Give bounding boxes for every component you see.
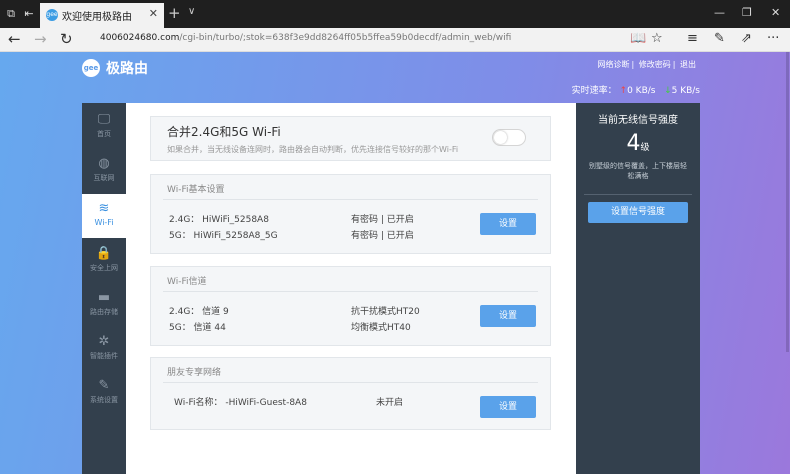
address-bar-row: ← → ↻ 4006024680.com/cgi-bin/turbo/;stok… bbox=[0, 28, 790, 52]
tab-preview-chevron-icon[interactable]: ∨ bbox=[188, 6, 195, 17]
speed-label: 实时速率： bbox=[571, 86, 617, 96]
mode-5g: 均衡模式HT40 bbox=[351, 323, 411, 333]
plugin-icon: ✲ bbox=[98, 334, 110, 349]
minimize-button[interactable]: — bbox=[714, 6, 725, 19]
url-path: /cgi-bin/turbo/;stok=638f3e9dd8264ff05b5… bbox=[179, 33, 512, 43]
back-button[interactable]: ← bbox=[8, 31, 21, 47]
monitor-icon: 🖵 bbox=[97, 112, 111, 127]
signal-title: 当前无线信号强度 bbox=[598, 115, 678, 126]
realtime-speed: 实时速率： ↑0 KB/s ↓5 KB/s bbox=[572, 83, 700, 96]
scrollbar-thumb[interactable] bbox=[786, 52, 789, 352]
sidebar-item-label: 系统设置 bbox=[90, 396, 118, 404]
folder-icon: ▬ bbox=[97, 290, 111, 305]
logo[interactable]: gee 极路由 bbox=[82, 58, 148, 78]
divider bbox=[163, 291, 538, 292]
wifi-channel-card: Wi-Fi信道 2.4G： 信道 9 抗干扰模式HT20 5G： 信道 44 均… bbox=[150, 266, 551, 346]
status-5g: 有密码 | 已开启 bbox=[351, 231, 414, 241]
signal-level: 4级 bbox=[576, 131, 700, 156]
set-signal-strength-button[interactable]: 设置信号强度 bbox=[588, 202, 688, 223]
sidebar-item-label: 路由存储 bbox=[90, 308, 118, 316]
channel-5g: 5G： 信道 44 bbox=[169, 323, 226, 333]
network-diagnosis-link[interactable]: 网络诊断 bbox=[598, 60, 630, 69]
tab-title: 欢迎使用极路由 bbox=[62, 12, 132, 23]
lock-icon: 🔒 bbox=[95, 246, 113, 261]
card-title: 朋友专享网络 bbox=[167, 368, 222, 378]
favorite-star-icon[interactable]: ☆ bbox=[651, 32, 663, 46]
guest-status: 未开启 bbox=[376, 398, 404, 408]
upload-arrow-icon: ↑ bbox=[619, 86, 628, 96]
channel-settings-button[interactable]: 设置 bbox=[480, 305, 536, 327]
sidebar-item-plugins[interactable]: ✲ 智能插件 bbox=[82, 327, 126, 371]
download-arrow-icon: ↓ bbox=[664, 86, 672, 96]
sidebar-item-storage[interactable]: ▬ 路由存储 bbox=[82, 283, 126, 327]
browser-tab-bar: ⧉ ⇤ gee 欢迎使用极路由 ✕ + ∨ — ❐ ✕ bbox=[0, 0, 790, 28]
main-content: 合并2.4G和5G Wi-Fi 如果合并，当无线设备连网时，路由器会自动判断，优… bbox=[126, 103, 576, 474]
more-icon[interactable]: ··· bbox=[767, 32, 779, 46]
set-tabs-aside-icon[interactable]: ⇤ bbox=[22, 7, 36, 21]
sidebar-item-system[interactable]: ✎ 系统设置 bbox=[82, 371, 126, 415]
signal-level-number: 4 bbox=[626, 131, 641, 156]
sidebar-item-home[interactable]: 🖵 首页 bbox=[82, 105, 126, 149]
merge-band-section: 合并2.4G和5G Wi-Fi 如果合并，当无线设备连网时，路由器会自动判断，优… bbox=[150, 116, 551, 161]
merge-description: 如果合并，当无线设备连网时，路由器会自动判断，优先连接信号较好的那个Wi-Fi bbox=[167, 145, 459, 154]
tab-favicon-icon: gee bbox=[46, 9, 58, 21]
logo-text: 极路由 bbox=[106, 61, 148, 77]
signal-level-unit: 级 bbox=[640, 143, 650, 153]
signal-panel: 当前无线信号强度 4级 别墅级的信号覆盖，上下楼层轻松满格 设置信号强度 bbox=[576, 103, 700, 474]
toggle-knob bbox=[494, 131, 507, 144]
merge-band-toggle[interactable] bbox=[492, 129, 526, 146]
hub-icon[interactable]: ≡ bbox=[687, 32, 698, 46]
sidebar-item-internet[interactable]: ◍ 互联网 bbox=[82, 149, 126, 193]
restore-button[interactable]: ❐ bbox=[742, 6, 752, 19]
guest-network-card: 朋友专享网络 Wi-Fi名称： -HiWiFi-Guest-8A8 未开启 设置 bbox=[150, 357, 551, 430]
logout-link[interactable]: 退出 bbox=[680, 60, 696, 69]
status-24g: 有密码 | 已开启 bbox=[351, 215, 414, 225]
forward-button[interactable]: → bbox=[34, 31, 47, 47]
new-tab-button[interactable]: + bbox=[168, 5, 181, 21]
sidebar-item-label: Wi-Fi bbox=[94, 218, 114, 227]
sidebar-item-security[interactable]: 🔒 安全上网 bbox=[82, 239, 126, 283]
sidebar: 🖵 首页 ◍ 互联网 ≋ Wi-Fi 🔒 安全上网 ▬ 路由存储 ✲ 智能插件 … bbox=[82, 103, 126, 474]
merge-title: 合并2.4G和5G Wi-Fi bbox=[167, 125, 281, 139]
logo-icon: gee bbox=[82, 59, 100, 77]
wrench-icon: ✎ bbox=[98, 378, 110, 393]
address-field[interactable]: 4006024680.com/cgi-bin/turbo/;stok=638f3… bbox=[100, 33, 511, 43]
upload-speed: 0 KB/s bbox=[627, 86, 656, 96]
change-password-link[interactable]: 修改密码 bbox=[639, 60, 671, 69]
wifi-icon: ≋ bbox=[98, 201, 110, 216]
reading-view-icon[interactable]: 📖 bbox=[630, 32, 646, 46]
download-speed: 5 KB/s bbox=[671, 86, 700, 96]
wifi-basic-card: Wi-Fi基本设置 2.4G： HiWiFi_5258A8 有密码 | 已开启 … bbox=[150, 174, 551, 254]
card-title: Wi-Fi基本设置 bbox=[167, 185, 225, 195]
close-window-button[interactable]: ✕ bbox=[771, 6, 780, 19]
guest-settings-button[interactable]: 设置 bbox=[480, 396, 536, 418]
card-title: Wi-Fi信道 bbox=[167, 277, 207, 287]
divider bbox=[584, 194, 692, 195]
header-links: 网络诊断 | 修改密码 | 退出 bbox=[597, 60, 697, 69]
channel-24g: 2.4G： 信道 9 bbox=[169, 307, 229, 317]
url-host: 4006024680.com bbox=[100, 33, 180, 43]
web-note-icon[interactable]: ✎ bbox=[714, 32, 725, 46]
router-admin-page: gee 极路由 网络诊断 | 修改密码 | 退出 实时速率： ↑0 KB/s ↓5 … bbox=[0, 52, 790, 474]
sidebar-item-label: 首页 bbox=[97, 130, 111, 138]
guest-ssid: Wi-Fi名称： -HiWiFi-Guest-8A8 bbox=[174, 398, 307, 408]
page-scrollbar[interactable] bbox=[784, 52, 790, 474]
browser-tab[interactable]: gee 欢迎使用极路由 ✕ bbox=[40, 3, 164, 28]
ssid-5g: 5G： HiWiFi_5258A8_5G bbox=[169, 231, 278, 241]
sidebar-item-label: 智能插件 bbox=[90, 352, 118, 360]
basic-settings-button[interactable]: 设置 bbox=[480, 213, 536, 235]
sidebar-item-label: 互联网 bbox=[93, 174, 115, 182]
divider bbox=[163, 199, 538, 200]
mode-24g: 抗干扰模式HT20 bbox=[351, 307, 420, 317]
share-icon[interactable]: ⇗ bbox=[741, 32, 752, 46]
signal-description: 别墅级的信号覆盖，上下楼层轻松满格 bbox=[589, 162, 687, 180]
refresh-button[interactable]: ↻ bbox=[60, 31, 73, 47]
sidebar-item-label: 安全上网 bbox=[90, 264, 118, 272]
divider bbox=[163, 382, 538, 383]
tab-close-icon[interactable]: ✕ bbox=[149, 7, 158, 20]
sidebar-item-wifi[interactable]: ≋ Wi-Fi bbox=[82, 194, 126, 238]
ssid-24g: 2.4G： HiWiFi_5258A8 bbox=[169, 215, 269, 225]
globe-icon: ◍ bbox=[98, 156, 110, 171]
tab-manager-icon[interactable]: ⧉ bbox=[4, 7, 18, 21]
